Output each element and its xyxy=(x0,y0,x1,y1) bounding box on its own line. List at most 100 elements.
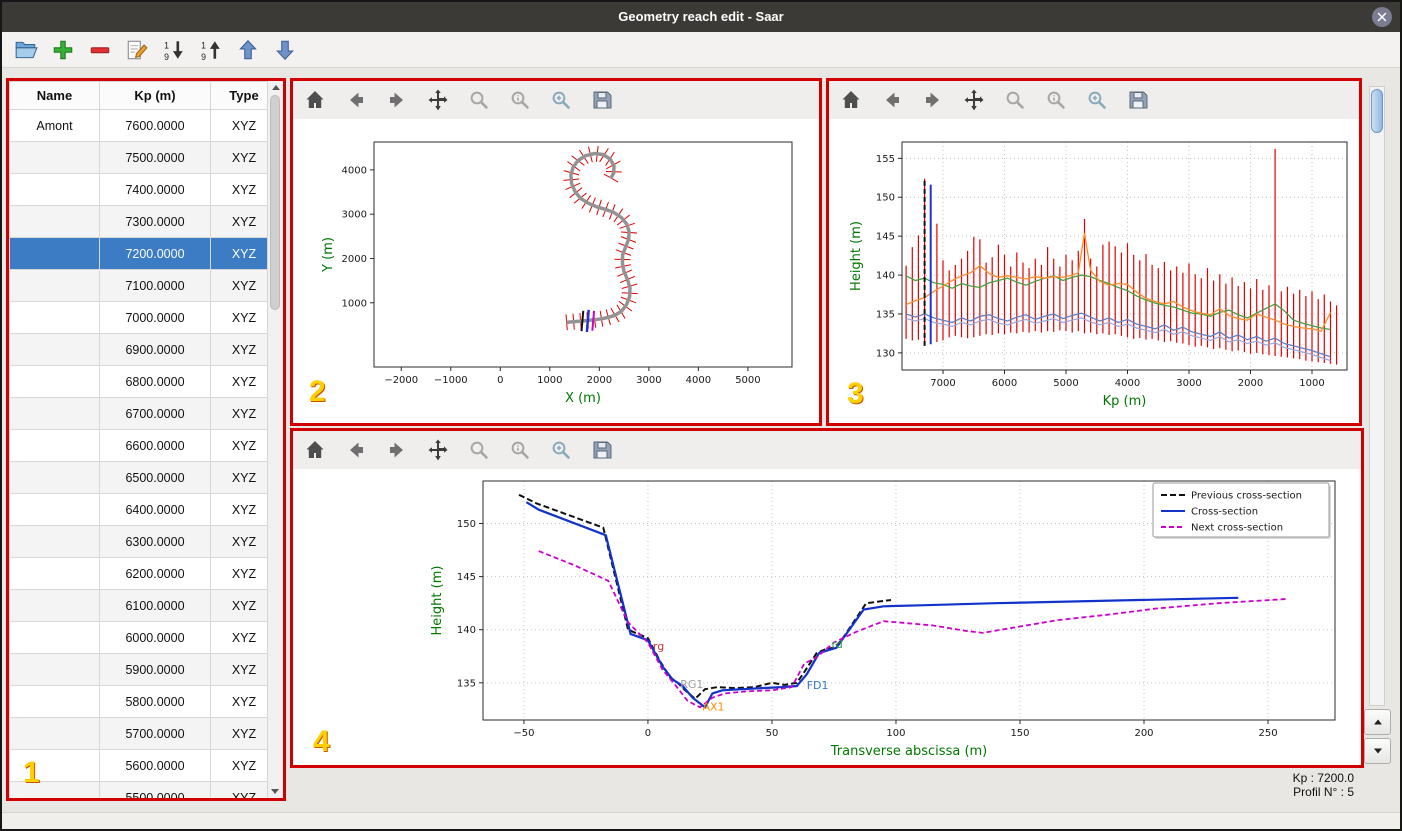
zoom-rect-button[interactable] xyxy=(1083,86,1111,114)
scroll-down-icon[interactable] xyxy=(271,789,279,794)
table-cell[interactable] xyxy=(9,717,100,750)
back-button[interactable] xyxy=(342,436,370,464)
table-cell[interactable]: 6300.0000 xyxy=(99,525,211,558)
add-button[interactable] xyxy=(49,36,77,64)
table-cell[interactable] xyxy=(9,685,100,718)
table-cell[interactable]: 6600.0000 xyxy=(99,429,211,462)
table-cell[interactable]: 7500.0000 xyxy=(99,141,211,174)
table-row[interactable]: 6800.0000 XYZ xyxy=(9,365,278,398)
table-cell[interactable] xyxy=(9,589,100,622)
table-cell[interactable]: 6100.0000 xyxy=(99,589,211,622)
table-row[interactable]: 6600.0000 XYZ xyxy=(9,429,278,462)
table-cell[interactable] xyxy=(9,173,100,206)
table-row[interactable]: 5600.0000 XYZ xyxy=(9,749,278,782)
table-row[interactable]: 6200.0000 XYZ xyxy=(9,557,278,590)
pan-button[interactable] xyxy=(424,86,452,114)
table-row[interactable]: 7400.0000 XYZ xyxy=(9,173,278,206)
table-cell[interactable]: 5900.0000 xyxy=(99,653,211,686)
table-cell[interactable] xyxy=(9,333,100,366)
save-button[interactable] xyxy=(588,436,616,464)
table-cell[interactable] xyxy=(9,205,100,238)
table-cell[interactable]: 7600.0000 xyxy=(99,109,211,142)
save-button[interactable] xyxy=(588,86,616,114)
pan-button[interactable] xyxy=(960,86,988,114)
scroll-up-icon[interactable] xyxy=(271,85,280,90)
remove-button[interactable] xyxy=(86,36,114,64)
table-row[interactable]: 7100.0000 XYZ xyxy=(9,269,278,302)
table-cell[interactable]: 6900.0000 xyxy=(99,333,211,366)
table-row[interactable]: 6900.0000 XYZ xyxy=(9,333,278,366)
table-cell[interactable]: 5800.0000 xyxy=(99,685,211,718)
table-cell[interactable] xyxy=(9,461,100,494)
table-row[interactable]: 5700.0000 XYZ xyxy=(9,717,278,750)
table-cell[interactable]: 5500.0000 xyxy=(99,781,211,798)
table-cell[interactable] xyxy=(9,429,100,462)
profile-plot[interactable]: 7000 6000 5000 4000 3000 2000 1000 130 135 140 145… xyxy=(829,119,1359,423)
table-cell[interactable] xyxy=(9,749,100,782)
table-cell[interactable]: 6800.0000 xyxy=(99,365,211,398)
table-cell[interactable] xyxy=(9,621,100,654)
zoom-info-button[interactable] xyxy=(506,436,534,464)
table-row[interactable]: 6100.0000 XYZ xyxy=(9,589,278,622)
back-button[interactable] xyxy=(342,86,370,114)
table-cell[interactable] xyxy=(9,781,100,798)
sort-desc-button[interactable]: 19 xyxy=(160,36,188,64)
table-row[interactable]: 6000.0000 XYZ xyxy=(9,621,278,654)
scroll-down-button[interactable] xyxy=(1364,738,1391,764)
edit-button[interactable] xyxy=(123,36,151,64)
table-cell[interactable] xyxy=(9,653,100,686)
table-cell[interactable]: 6500.0000 xyxy=(99,461,211,494)
table-cell[interactable]: 7200.0000 xyxy=(99,237,211,270)
table-row[interactable]: 7000.0000 XYZ xyxy=(9,301,278,334)
table-cell[interactable]: 6400.0000 xyxy=(99,493,211,526)
cross-section-plot[interactable]: −50 0 50 100 150 200 250 135 140 145 150 Transverse… xyxy=(293,469,1361,765)
forward-button[interactable] xyxy=(919,86,947,114)
table-row[interactable]: 7300.0000 XYZ xyxy=(9,205,278,238)
back-button[interactable] xyxy=(878,86,906,114)
zoom-info-button[interactable] xyxy=(1042,86,1070,114)
close-button[interactable] xyxy=(1372,7,1392,27)
plan-view-plot[interactable]: −2000 −1000 0 1000 2000 3000 4000 5000 1000 2000 3… xyxy=(293,119,819,423)
right-scrollbar-thumb[interactable] xyxy=(1371,89,1383,133)
zoom-rect-button[interactable] xyxy=(547,436,575,464)
table-cell[interactable] xyxy=(9,237,100,270)
table-cell[interactable]: 7000.0000 xyxy=(99,301,211,334)
forward-button[interactable] xyxy=(383,436,411,464)
table-cell[interactable] xyxy=(9,493,100,526)
table-cell[interactable]: 6700.0000 xyxy=(99,397,211,430)
zoom-button[interactable] xyxy=(465,436,493,464)
scroll-up-button[interactable] xyxy=(1364,709,1391,735)
table-row[interactable]: 5900.0000 XYZ xyxy=(9,653,278,686)
forward-button[interactable] xyxy=(383,86,411,114)
table-scrollbar-thumb[interactable] xyxy=(270,95,280,310)
table-row[interactable]: 6700.0000 XYZ xyxy=(9,397,278,430)
table-scrollbar[interactable] xyxy=(267,81,283,798)
column-header[interactable]: Kp (m) xyxy=(99,81,211,110)
zoom-rect-button[interactable] xyxy=(547,86,575,114)
table-cell[interactable]: 6000.0000 xyxy=(99,621,211,654)
table-cell[interactable] xyxy=(9,525,100,558)
zoom-button[interactable] xyxy=(1001,86,1029,114)
table-row[interactable]: 6500.0000 XYZ xyxy=(9,461,278,494)
table-row[interactable]: Amont 7600.0000 XYZ xyxy=(9,109,278,142)
table-row[interactable]: 5800.0000 XYZ xyxy=(9,685,278,718)
home-button[interactable] xyxy=(301,86,329,114)
table-cell[interactable]: 6200.0000 xyxy=(99,557,211,590)
table-cell[interactable]: 7100.0000 xyxy=(99,269,211,302)
table-cell[interactable] xyxy=(9,557,100,590)
table-cell[interactable] xyxy=(9,301,100,334)
column-header[interactable]: Name xyxy=(9,81,100,110)
zoom-info-button[interactable] xyxy=(506,86,534,114)
table-row[interactable]: 6400.0000 XYZ xyxy=(9,493,278,526)
table-cell[interactable]: 5700.0000 xyxy=(99,717,211,750)
move-down-button[interactable] xyxy=(271,36,299,64)
table-cell[interactable]: 5600.0000 xyxy=(99,749,211,782)
table-cell[interactable]: 7400.0000 xyxy=(99,173,211,206)
table-row[interactable]: 7500.0000 XYZ xyxy=(9,141,278,174)
table-row[interactable]: 6300.0000 XYZ xyxy=(9,525,278,558)
save-button[interactable] xyxy=(1124,86,1152,114)
move-up-button[interactable] xyxy=(234,36,262,64)
table-cell[interactable] xyxy=(9,141,100,174)
table-row[interactable]: 5500.0000 XYZ xyxy=(9,781,278,798)
table-cell[interactable]: 7300.0000 xyxy=(99,205,211,238)
